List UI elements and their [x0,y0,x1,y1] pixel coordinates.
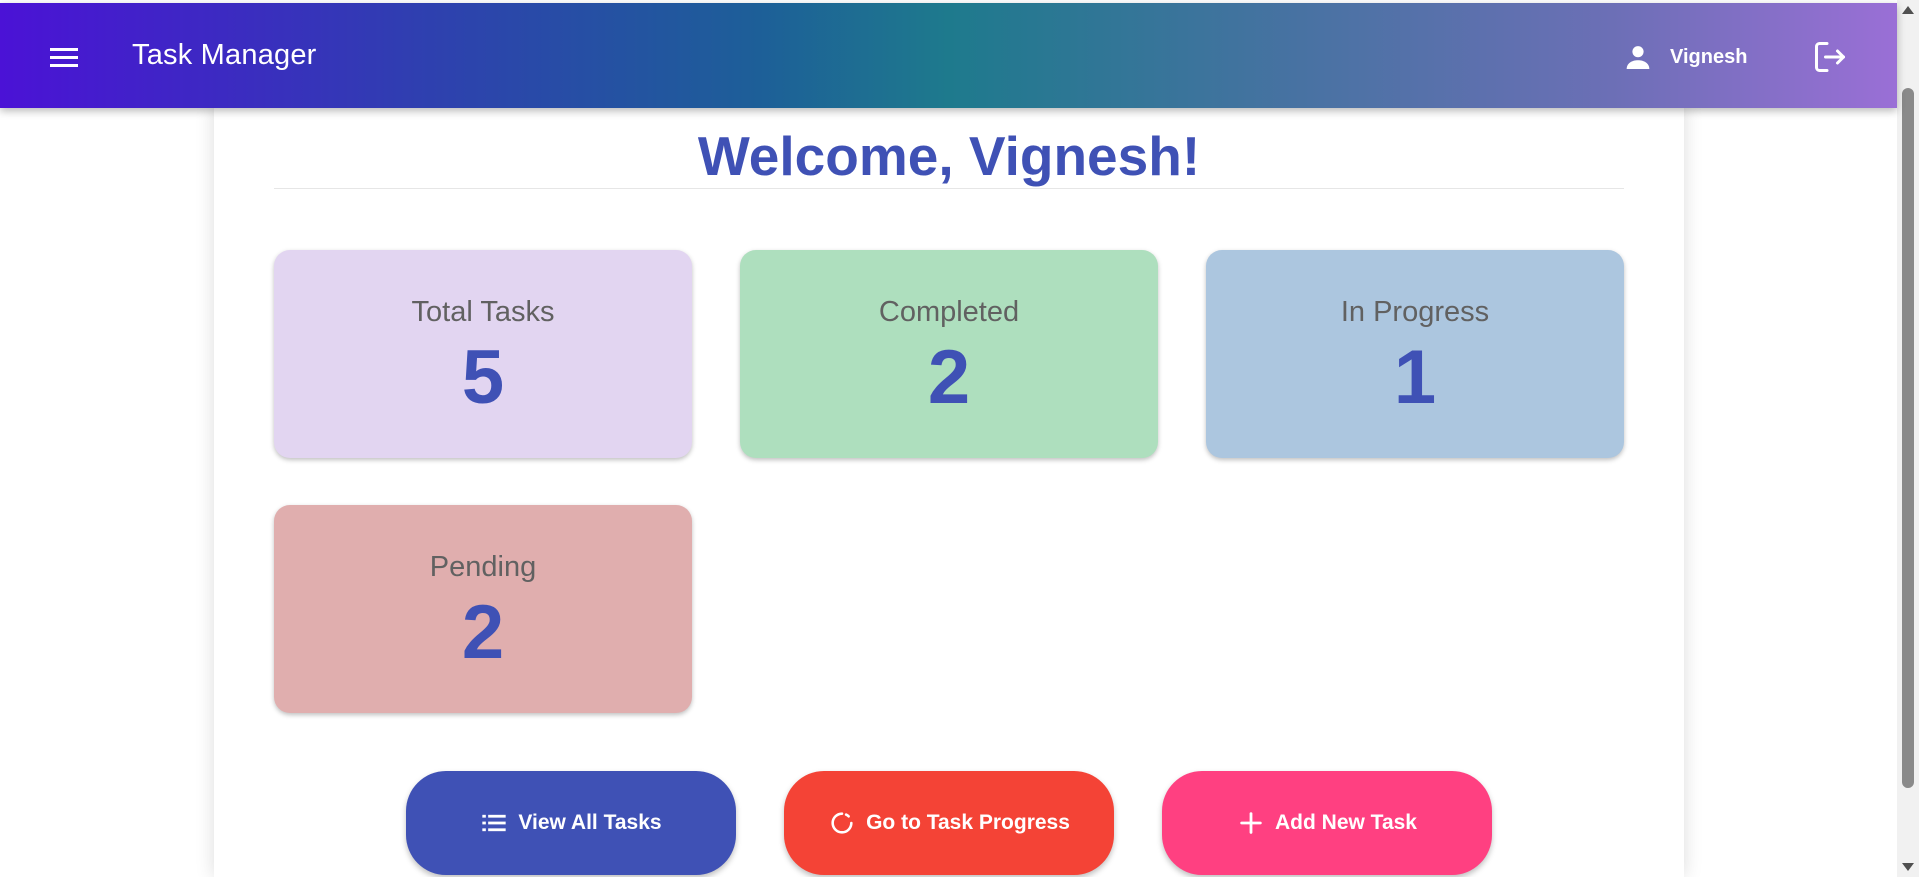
stat-label: In Progress [1340,296,1490,328]
top-app-bar: Task Manager Vignesh [0,3,1897,108]
stat-card-in-progress: In Progress 1 [1206,250,1624,458]
button-label: Add New Task [1275,811,1417,834]
stat-label: Completed [878,296,1020,328]
stat-value: 5 [461,335,505,420]
vertical-scrollbar[interactable] [1897,0,1919,877]
list-icon [482,814,507,832]
button-label: Go to Task Progress [866,811,1070,834]
stat-card-completed: Completed 2 [740,250,1158,458]
stat-value: 2 [461,590,505,675]
scroll-up-arrow-icon[interactable] [1902,6,1914,14]
stat-card-total-tasks: Total Tasks 5 [274,250,692,458]
plus-icon [1240,812,1262,834]
stat-value: 1 [1393,335,1437,420]
app-title: Task Manager [132,39,317,71]
stat-label: Pending [429,551,537,583]
logout-icon[interactable] [1812,39,1848,75]
go-to-task-progress-button[interactable]: Go to Task Progress [784,771,1114,875]
add-new-task-button[interactable]: Add New Task [1162,771,1492,875]
welcome-heading: Welcome, Vignesh! [697,125,1201,187]
stat-label: Total Tasks [411,296,555,328]
user-menu[interactable]: Vignesh [1622,41,1747,73]
progress-icon [831,812,853,834]
stat-value: 2 [927,335,971,420]
button-label: View All Tasks [518,811,662,834]
view-all-tasks-button[interactable]: View All Tasks [406,771,736,875]
page: Task Manager Vignesh Welcome, Vignesh! T… [0,0,1919,877]
scrollbar-thumb[interactable] [1902,88,1914,788]
stat-card-pending: Pending 2 [274,505,692,713]
dashboard-card: Welcome, Vignesh! Total Tasks 5 Complete… [214,100,1684,877]
scroll-down-arrow-icon[interactable] [1902,863,1914,871]
person-icon [1626,46,1650,69]
menu-icon[interactable] [44,37,84,77]
divider [274,188,1624,189]
user-name: Vignesh [1670,45,1748,68]
